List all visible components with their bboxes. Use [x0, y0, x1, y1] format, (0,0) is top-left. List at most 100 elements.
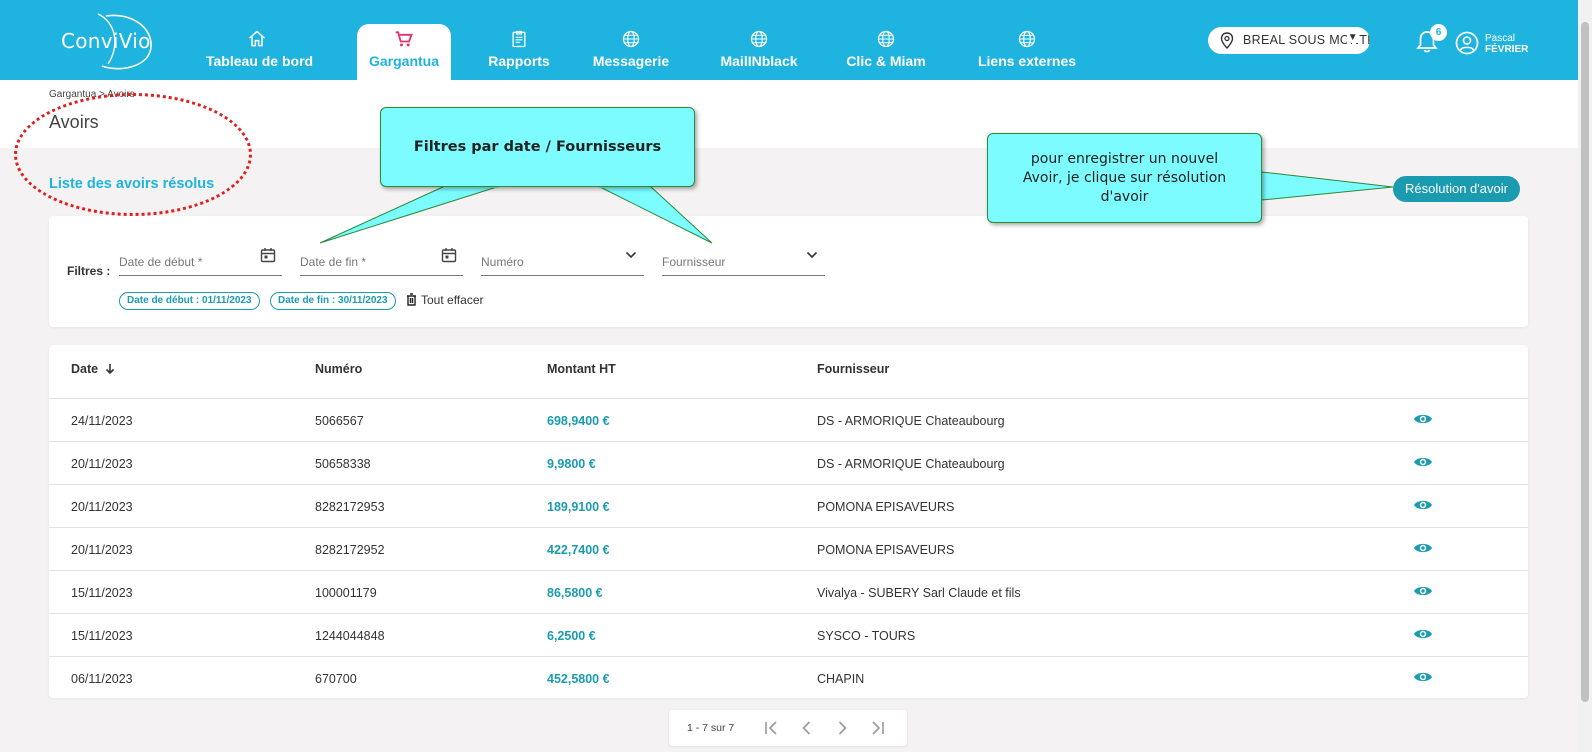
cell-montant: 6,2500 € [547, 629, 596, 643]
cell-fournisseur: SYSCO - TOURS [817, 629, 916, 643]
cell-montant: 698,9400 € [547, 414, 610, 428]
cell-date: 24/11/2023 [71, 414, 133, 428]
cell-fournisseur: DS - ARMORIQUE Chateaubourg [817, 414, 1005, 428]
nav-item-clic-miam[interactable]: Clic & Miam [846, 24, 926, 80]
nav-item-label: Gargantua [368, 53, 439, 69]
nav-item-label: MailINblack [720, 53, 798, 69]
sort-arrow-down-icon [105, 364, 114, 375]
nav-item-label: Liens externes [977, 53, 1077, 69]
cell-fournisseur: POMONA EPISAVEURS [817, 543, 955, 557]
convivio-logo[interactable]: ConviVio [58, 12, 158, 70]
view-eye-icon[interactable] [1413, 412, 1433, 429]
pagination: 1 - 7 sur 7 [669, 710, 907, 746]
globe-icon [750, 30, 768, 48]
column-header-numero[interactable]: Numéro [315, 362, 362, 376]
user-name[interactable]: Pascal FÉVRIER [1485, 33, 1528, 55]
cell-date: 15/11/2023 [71, 629, 133, 643]
cell-date: 06/11/2023 [71, 672, 133, 686]
supplier-select[interactable]: Fournisseur [662, 245, 825, 276]
cell-numero: 8282172952 [315, 543, 385, 557]
end-date-chip[interactable]: Date de fin : 30/11/2023 [270, 292, 396, 310]
globe-icon [1018, 30, 1036, 48]
location-select[interactable]: BREAL SOUS MONTFORT ▼ [1208, 27, 1370, 54]
nav-item-tableau-de-bord[interactable]: Tableau de bord [206, 24, 313, 80]
cell-montant: 189,9100 € [547, 500, 610, 514]
cell-montant: 452,5800 € [547, 672, 610, 686]
cell-numero: 50658338 [315, 457, 371, 471]
table-row[interactable]: 20/11/2023 8282172952 422,7400 € POMONA EPI… [49, 527, 1528, 570]
next-page-icon[interactable] [833, 719, 851, 737]
annotation-highlight-ellipse [14, 93, 252, 216]
cart-icon [395, 31, 413, 47]
clear-all-label: Tout effacer [421, 293, 484, 307]
view-eye-icon[interactable] [1413, 541, 1433, 558]
nav-item-messagerie[interactable]: Messagerie [591, 24, 671, 80]
view-eye-icon[interactable] [1413, 498, 1433, 515]
notification-badge: 6 [1430, 24, 1447, 41]
chevron-down-icon [625, 251, 637, 259]
start-date-placeholder: Date de début * [119, 255, 203, 269]
filters-annotation-callout: Filtres par date / Fournisseurs [380, 107, 695, 187]
cell-numero: 670700 [315, 672, 357, 686]
column-header-montant[interactable]: Montant HT [547, 362, 616, 376]
nav-item-label: Rapports [488, 53, 550, 69]
home-icon [249, 30, 265, 47]
table-row[interactable]: 06/11/2023 670700 452,5800 € CHAPIN [49, 656, 1528, 699]
end-date-placeholder: Date de fin * [300, 255, 367, 269]
cell-date: 15/11/2023 [71, 586, 133, 600]
logo-text: ConviVio [61, 29, 151, 53]
cell-fournisseur: CHAPIN [817, 672, 865, 686]
filters-annotation-text: Filtres par date / Fournisseurs [413, 139, 662, 155]
table-row[interactable]: 20/11/2023 50658338 9,9800 € DS - ARMORIQUE… [49, 441, 1528, 484]
nav-item-label: Clic & Miam [846, 53, 926, 69]
globe-icon [622, 30, 640, 48]
nav-item-mailinblack[interactable]: MailINblack [719, 24, 799, 80]
clear-all-filters[interactable]: Tout effacer [406, 293, 483, 307]
view-eye-icon[interactable] [1413, 455, 1433, 472]
resolve-annotation-line: d'avoir [1100, 189, 1149, 205]
nav-item-liens-externes[interactable]: Liens externes [972, 24, 1082, 80]
view-eye-icon[interactable] [1413, 627, 1433, 644]
calendar-icon[interactable] [260, 247, 276, 263]
filters-label: Filtres : [67, 264, 111, 278]
end-date-field[interactable]: Date de fin * [300, 245, 463, 276]
nav-item-rapports[interactable]: Rapports [482, 24, 556, 80]
table-row[interactable]: 15/11/2023 100001179 86,5800 € Vivalya - SU… [49, 570, 1528, 613]
view-eye-icon[interactable] [1413, 670, 1433, 687]
nav-item-label: Messagerie [592, 53, 670, 69]
cell-numero: 8282172953 [315, 500, 385, 514]
caret-down-icon: ▼ [1346, 32, 1358, 43]
table-row[interactable]: 24/11/2023 5066567 698,9400 € DS - ARMORIQU… [49, 398, 1528, 441]
first-page-icon[interactable] [763, 719, 781, 737]
user-account-icon[interactable] [1455, 31, 1479, 55]
resolve-credit-button[interactable]: Résolution d'avoir [1393, 176, 1520, 202]
cell-montant: 422,7400 € [547, 543, 610, 557]
pagination-range: 1 - 7 sur 7 [687, 722, 735, 734]
resolve-annotation-line: Avoir, je clique sur résolution [1022, 170, 1227, 186]
previous-page-icon[interactable] [798, 719, 816, 737]
start-date-chip[interactable]: Date de début : 01/11/2023 [119, 292, 260, 310]
column-header-label: Date [71, 362, 99, 376]
cell-date: 20/11/2023 [71, 500, 133, 514]
cell-montant: 86,5800 € [547, 586, 603, 600]
map-pin-icon [1220, 32, 1234, 49]
cell-numero: 5066567 [315, 414, 364, 428]
cell-numero: 1244044848 [315, 629, 385, 643]
table-row[interactable]: 20/11/2023 8282172953 189,9100 € POMONA EPI… [49, 484, 1528, 527]
column-header-fournisseur[interactable]: Fournisseur [817, 362, 889, 376]
view-eye-icon[interactable] [1413, 584, 1433, 601]
nav-item-gargantua[interactable]: Gargantua [357, 24, 451, 80]
report-icon [512, 30, 526, 48]
start-date-field[interactable]: Date de début * [119, 245, 282, 276]
resolve-annotation-line: pour enregistrer un nouvel [1030, 151, 1219, 167]
cell-date: 20/11/2023 [71, 457, 133, 471]
cell-numero: 100001179 [315, 586, 377, 600]
last-page-icon[interactable] [868, 719, 886, 737]
column-header-date[interactable]: Date [71, 362, 115, 376]
table-row[interactable]: 15/11/2023 1244044848 6,2500 € SYSCO - TOUR… [49, 613, 1528, 656]
calendar-icon[interactable] [441, 247, 457, 263]
scrollbar-thumb[interactable] [1581, 22, 1589, 702]
trash-icon [407, 293, 416, 306]
number-select[interactable]: Numéro [481, 245, 644, 276]
cell-fournisseur: POMONA EPISAVEURS [817, 500, 955, 514]
